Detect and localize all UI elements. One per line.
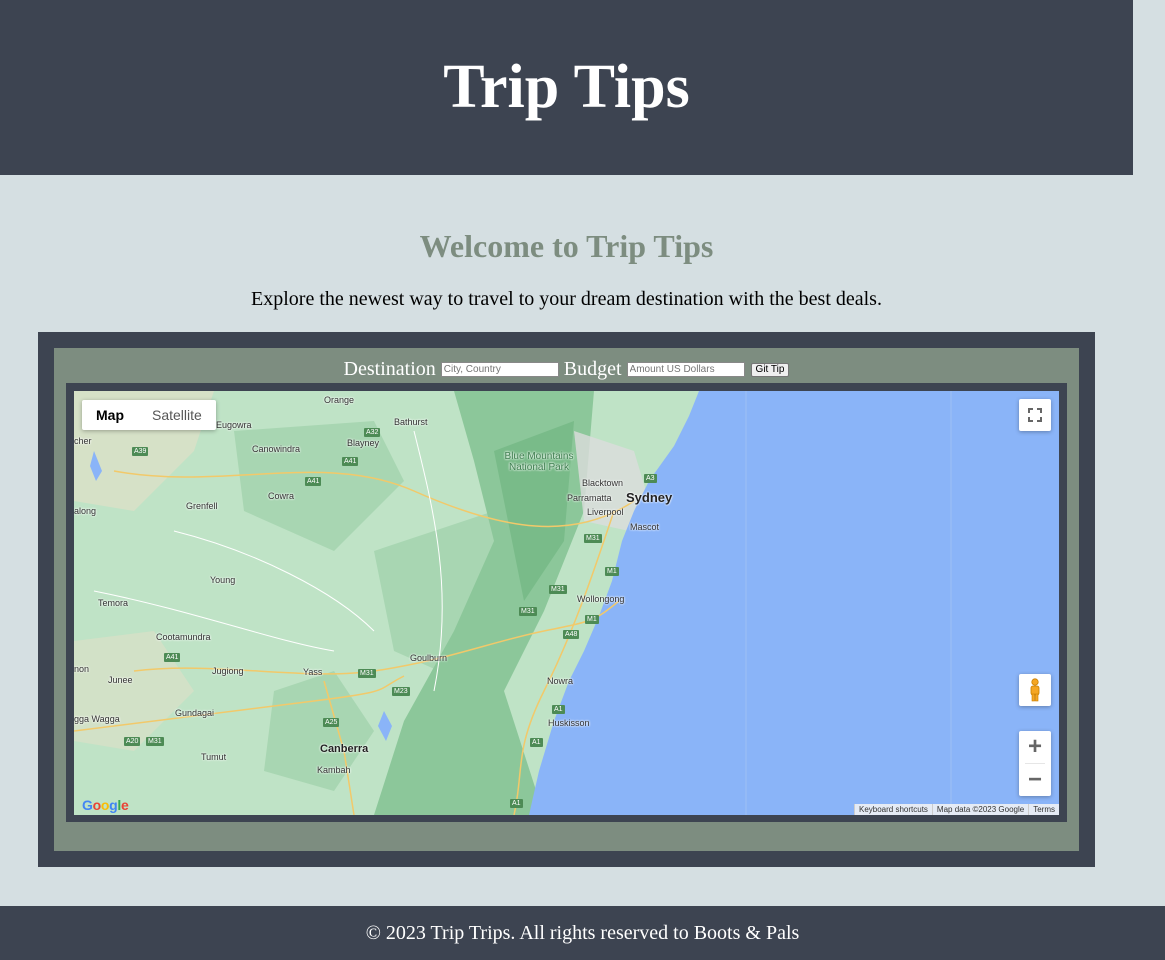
road-shield: A41 — [305, 477, 322, 486]
city-label: Cootamundra — [156, 632, 211, 642]
road-shield: M1 — [605, 567, 619, 576]
city-label: Young — [210, 575, 236, 585]
city-label: Cowra — [268, 491, 295, 501]
city-label: Parramatta — [567, 493, 612, 503]
city-label: Liverpool — [587, 507, 624, 517]
map-type-satellite-button[interactable]: Satellite — [138, 400, 216, 430]
city-label: Wollongong — [577, 594, 625, 604]
road-shield: A41 — [342, 457, 359, 466]
road-shield: A1 — [510, 799, 523, 808]
zoom-in-button[interactable]: + — [1019, 731, 1051, 763]
city-label: Bathurst — [394, 417, 428, 427]
pegman-icon — [1030, 678, 1040, 702]
welcome-heading: Welcome to Trip Tips — [419, 228, 714, 264]
google-logo: Google — [82, 797, 129, 813]
road-shield: M31 — [519, 607, 537, 616]
city-label: Grenfell — [186, 501, 218, 511]
road-shield: A41 — [164, 653, 181, 662]
road-shield: A39 — [132, 447, 149, 456]
road-shield: A3 — [644, 474, 657, 483]
site-title: Trip Tips — [443, 53, 690, 121]
git-tip-button[interactable]: Git Tip — [750, 362, 790, 377]
city-label: Tumut — [201, 752, 227, 762]
site-header: Trip Tips — [0, 0, 1133, 175]
city-label: cher — [74, 436, 92, 446]
road-shield: M31 — [584, 534, 602, 543]
park-label: Blue Mountains National Park — [504, 451, 574, 473]
city-label: Huskisson — [548, 718, 590, 728]
map-type-map-button[interactable]: Map — [82, 400, 138, 430]
search-panel-inner: Destination Budget Git Tip — [54, 348, 1079, 851]
destination-label: Destination — [343, 358, 436, 380]
city-label: Kambah — [317, 765, 351, 775]
fullscreen-icon — [1028, 408, 1042, 422]
road-shield: M31 — [549, 585, 567, 594]
fullscreen-button[interactable] — [1019, 399, 1051, 431]
road-shield: A20 — [124, 737, 141, 746]
city-label: gga Wagga — [74, 714, 120, 724]
road-shield: M31 — [358, 669, 376, 678]
road-shield: M31 — [146, 737, 164, 746]
intro-text: Explore the newest way to travel to your… — [251, 288, 882, 310]
road-shield: A1 — [552, 705, 565, 714]
city-label: Blacktown — [582, 478, 624, 488]
city-label: Goulburn — [410, 653, 448, 663]
city-label: Canowindra — [252, 444, 301, 454]
zoom-out-button[interactable]: − — [1019, 764, 1051, 796]
city-label: Nowra — [547, 676, 574, 686]
road-shield: A25 — [323, 718, 340, 727]
city-label: Gundagai — [175, 708, 215, 718]
city-label: Junee — [108, 675, 133, 685]
terms-link[interactable]: Terms — [1028, 804, 1059, 815]
city-label: Blayney — [347, 438, 380, 448]
keyboard-shortcuts-link[interactable]: Keyboard shortcuts — [853, 804, 932, 815]
city-label: non — [74, 664, 90, 674]
road-shield: A48 — [563, 630, 580, 639]
city-label: Eugowra — [216, 420, 252, 430]
city-label: Temora — [98, 598, 129, 608]
trip-form: Destination Budget Git Tip — [54, 358, 1079, 381]
city-label: along — [74, 506, 97, 516]
footer-text: © 2023 Trip Trips. All rights reserved t… — [365, 921, 800, 944]
google-map[interactable]: Orange Bathurst Eugowra Blayney Canowind… — [74, 391, 1059, 815]
city-label: Sydney — [626, 490, 673, 505]
map-attribution: Keyboard shortcuts Map data ©2023 Google… — [853, 804, 1059, 815]
city-label: Jugiong — [212, 666, 244, 676]
zoom-control: + − — [1019, 731, 1051, 796]
city-label: Yass — [303, 667, 323, 677]
budget-input[interactable] — [626, 362, 745, 377]
map-data-text: Map data ©2023 Google — [931, 804, 1028, 815]
destination-input[interactable] — [440, 362, 559, 377]
search-panel: Destination Budget Git Tip — [38, 332, 1095, 867]
road-shield: A1 — [530, 738, 543, 747]
street-view-pegman-button[interactable] — [1019, 674, 1051, 706]
road-shield: M23 — [392, 687, 410, 696]
city-label: Mascot — [630, 522, 660, 532]
map-frame: Orange Bathurst Eugowra Blayney Canowind… — [66, 383, 1067, 822]
city-label: Canberra — [320, 743, 369, 755]
city-label: Orange — [324, 395, 355, 405]
budget-label: Budget — [563, 358, 622, 380]
road-shield: A32 — [364, 428, 381, 437]
road-shield: M1 — [585, 615, 599, 624]
map-type-control: Map Satellite — [82, 400, 216, 430]
site-footer: © 2023 Trip Trips. All rights reserved t… — [0, 906, 1165, 960]
